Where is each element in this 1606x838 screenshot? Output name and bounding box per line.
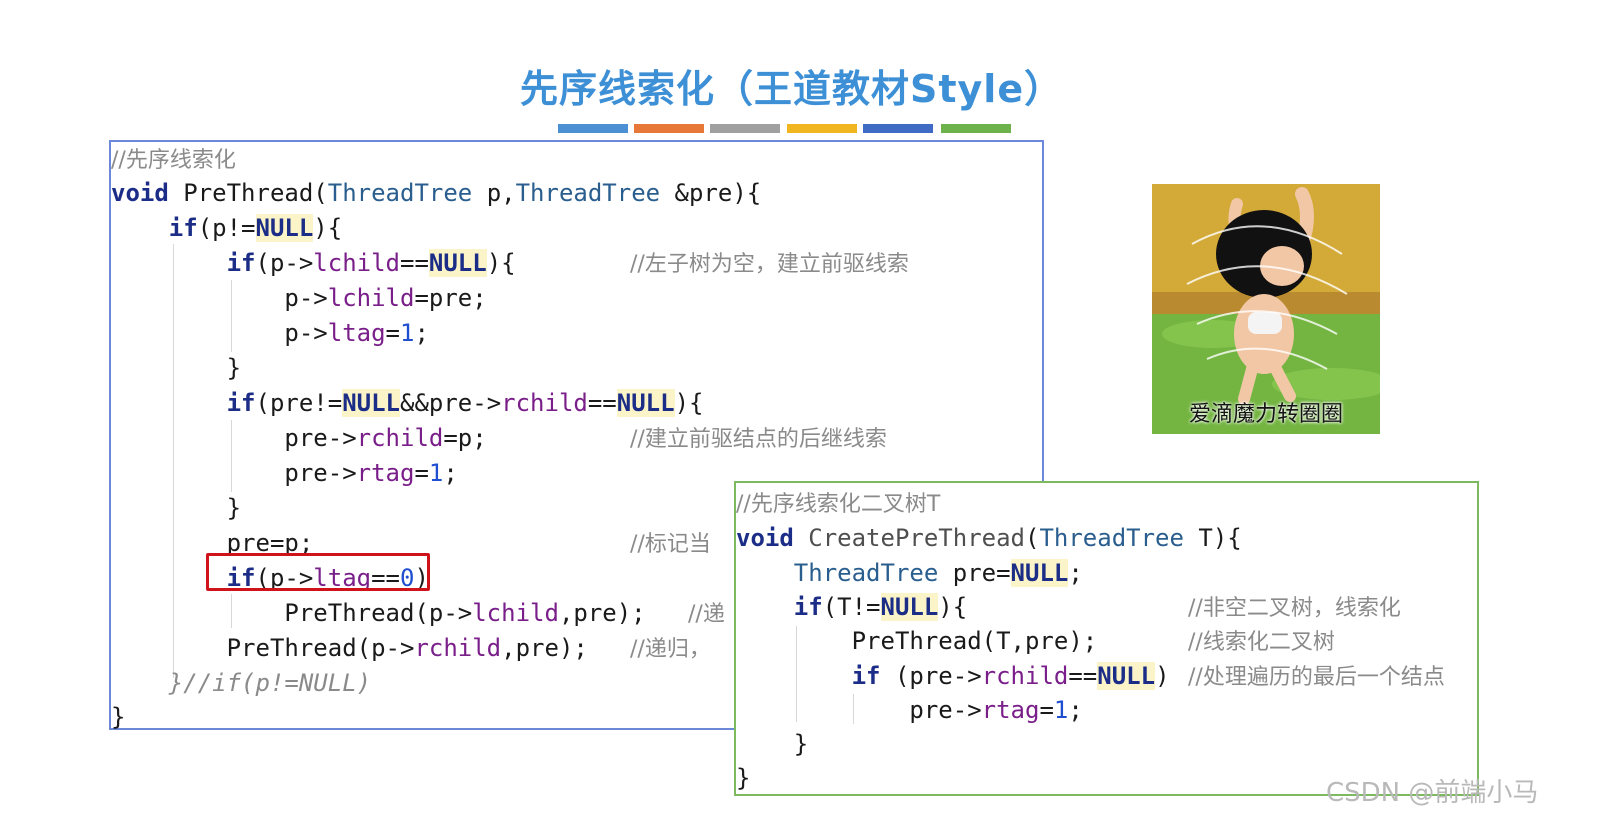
code-line: PreThread(p->lchild,pre); xyxy=(111,599,646,627)
code-comment: //建立前驱结点的后继线索 xyxy=(630,427,887,452)
code-comment: //非空二叉树，线索化 xyxy=(1188,596,1401,621)
code-comment: //先序线索化 xyxy=(111,148,236,173)
code-comment: //递 xyxy=(688,602,725,627)
code-comment-line: //非空二叉树，线索化 xyxy=(1188,590,1401,626)
code-comment-line: //递 xyxy=(688,596,725,632)
page-title: 先序线索化（王道教材Style） xyxy=(520,67,1064,111)
code-line: pre->rchild=p; xyxy=(111,424,487,452)
code-line: p->ltag=1; xyxy=(111,319,429,347)
code-line: //先序线索化 xyxy=(111,142,236,178)
code-comment-line: //处理遍历的最后一个结点 xyxy=(1188,659,1445,695)
color-bar-2 xyxy=(634,124,704,133)
code-line: ThreadTree pre=NULL; xyxy=(793,559,1083,587)
color-bar-5 xyxy=(863,124,933,133)
code-line: } xyxy=(111,703,126,731)
highlight-box xyxy=(206,553,430,591)
meme-caption: 爱滴魔力转圈圈 xyxy=(1188,402,1343,427)
code-line: void CreatePreThread(ThreadTree T){ xyxy=(736,524,1242,552)
code-line: } xyxy=(111,494,242,522)
watermark: CSDN @前端小马 xyxy=(1326,778,1539,808)
code-comment: }//if(p!=NULL) xyxy=(168,669,372,697)
code-line: }//if(p!=NULL) xyxy=(111,666,371,700)
code-comment: //递归， xyxy=(630,637,711,662)
code-line: PreThread(T,pre); xyxy=(736,627,1098,655)
code-comment-line: //递归， xyxy=(630,631,711,667)
code-line: } xyxy=(736,730,809,758)
code-line: pre->rtag=1; xyxy=(736,696,1083,724)
code-comment-line: //建立前驱结点的后继线索 xyxy=(630,421,887,457)
code-line: if(p!=NULL){ xyxy=(168,214,343,242)
code-line: PreThread(p->rchild,pre); xyxy=(111,634,588,662)
color-bar-4 xyxy=(787,124,857,133)
code-line: if(T!=NULL){ xyxy=(793,593,968,621)
color-bar-1 xyxy=(558,124,628,133)
code-line: if (pre->rchild==NULL) xyxy=(851,662,1170,690)
code-comment: //先序线索化二叉树T xyxy=(736,492,941,517)
code-comment: //处理遍历的最后一个结点 xyxy=(1188,665,1445,690)
code-line: void PreThread(ThreadTree p,ThreadTree &… xyxy=(111,179,762,207)
code-comment-line: //左子树为空，建立前驱线索 xyxy=(630,246,909,282)
code-comment: //左子树为空，建立前驱线索 xyxy=(630,252,909,277)
code-line: if(pre!=NULL&&pre->rchild==NULL){ xyxy=(226,389,704,417)
code-comment-line: //标记当 xyxy=(630,526,711,562)
code-comment: //线索化二叉树 xyxy=(1188,630,1335,655)
code-line: pre->rtag=1; xyxy=(111,459,458,487)
code-line: } xyxy=(736,764,751,792)
code-comment-line: //线索化二叉树 xyxy=(1188,624,1335,660)
meme-image: 爱滴魔力转圈圈 xyxy=(1152,184,1380,434)
code-line: p->lchild=pre; xyxy=(111,284,487,312)
color-bar-6 xyxy=(941,124,1011,133)
code-line: } xyxy=(111,354,242,382)
code-line: if(p->lchild==NULL){ xyxy=(226,249,516,277)
code-comment: //标记当 xyxy=(630,532,711,557)
code-line: //先序线索化二叉树T xyxy=(736,486,940,522)
color-bar-3 xyxy=(710,124,780,133)
